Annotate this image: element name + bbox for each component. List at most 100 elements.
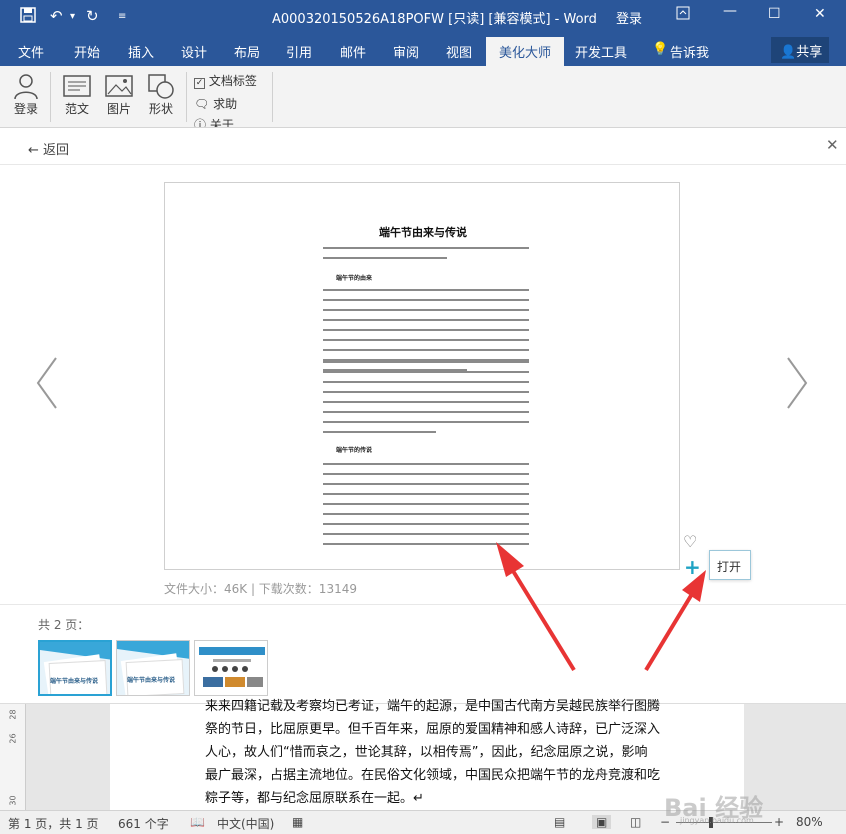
preview-text-block (323, 463, 529, 553)
preview-text-block (323, 247, 529, 267)
title-bar: ↶ ▾ ↻ ≡ A000320150526A18POFW [只读] [兼容模式]… (0, 0, 846, 34)
add-plus-icon[interactable]: + (684, 555, 701, 579)
doc-tag-label: 文档标签 (208, 74, 257, 88)
zoom-level[interactable]: 80% (796, 815, 823, 829)
save-icon[interactable] (20, 7, 36, 27)
ribbon-tabs: 文件 开始 插入 设计 布局 引用 邮件 审阅 视图 美化大师 开发工具 💡 告… (0, 34, 846, 66)
template-icon (63, 75, 91, 97)
ribbon-separator (272, 72, 273, 122)
login-link[interactable]: 登录 (616, 8, 642, 27)
page-indicator[interactable]: 第 1 页，共 1 页 (8, 815, 99, 832)
preview-section-heading: 端午节的由来 (336, 275, 373, 282)
undo-dropdown-icon[interactable]: ▾ (70, 11, 75, 22)
web-layout-icon[interactable]: ◫ (630, 815, 641, 829)
document-paragraph-line: 粽子等，都与纪念屈原联系在一起。↵ (205, 791, 424, 806)
maximize-icon[interactable]: ☐ (768, 6, 781, 22)
tab-home[interactable]: 开始 (74, 42, 100, 61)
ruler-mark: 30 (8, 795, 18, 806)
picture-button[interactable]: 图片 (102, 72, 136, 117)
user-icon (14, 74, 38, 100)
tab-mailings[interactable]: 邮件 (340, 42, 366, 61)
word-count[interactable]: 661 个字 (118, 815, 169, 832)
tab-references[interactable]: 引用 (286, 42, 312, 61)
page-thumbnail[interactable]: 端午节由来与传说 (116, 640, 190, 696)
help-button[interactable]: 🗨 求助 (194, 95, 237, 112)
divider (0, 604, 846, 605)
tab-layout[interactable]: 布局 (234, 42, 260, 61)
customize-quick-access-icon[interactable]: ≡ (118, 11, 126, 22)
login-button[interactable]: 登录 (10, 72, 42, 117)
fanwen-button[interactable]: 范文 (60, 72, 94, 117)
baidu-watermark-url: jingyan.baidu.com (680, 816, 754, 825)
minimize-icon[interactable]: — (723, 3, 737, 19)
back-label: 返回 (43, 143, 70, 158)
shape-icon (148, 74, 174, 99)
pages-count: 共 2 页： (38, 618, 90, 632)
tab-review[interactable]: 审阅 (393, 42, 419, 61)
fanwen-label: 范文 (64, 102, 89, 116)
ribbon-body: 登录 范文 图片 形状 ✓ 文档标签 🗨 求助 ⓘ 关于 (0, 66, 846, 128)
tab-design[interactable]: 设计 (181, 42, 207, 61)
share-label: 共享 (796, 45, 823, 60)
tab-beautify-master[interactable]: 美化大师 (486, 37, 565, 66)
close-window-icon[interactable]: ✕ (814, 6, 826, 22)
proofing-icon[interactable]: 📖 (190, 815, 205, 829)
template-preview-panel: ← 返回 ✕ 端午节由来与传说 端午节的由来 端午节的传说 ♡ + 打开 文件大… (0, 128, 846, 704)
user-icon: 👤 (780, 45, 797, 60)
undo-icon[interactable]: ↶ (50, 7, 63, 25)
tab-view[interactable]: 视图 (446, 42, 472, 61)
file-meta: 文件大小：46K | 下载次数：13149 (164, 582, 357, 596)
tab-developer[interactable]: 开发工具 (575, 42, 627, 61)
doc-tag-checkbox[interactable]: ✓ 文档标签 (194, 72, 257, 89)
thumbnail-caption: 端午节由来与传说 (127, 677, 176, 684)
ribbon-separator (50, 72, 51, 122)
prev-arrow-icon[interactable] (34, 356, 60, 423)
ribbon-display-options-icon[interactable] (676, 6, 690, 24)
document-paragraph-line: 祭的节日，比屈原更早。但千百年来，屈原的爱国精神和感人诗辞，已广泛深入 (205, 722, 661, 737)
shape-label: 形状 (148, 102, 173, 116)
tab-insert[interactable]: 插入 (128, 42, 154, 61)
vertical-ruler: 28 26 30 (0, 704, 26, 810)
about-label: 关于 (209, 118, 234, 128)
tab-file[interactable]: 文件 (18, 42, 44, 61)
page-thumbnail[interactable]: 端午节由来与传说 (38, 640, 112, 696)
window-title: A000320150526A18POFW [只读] [兼容模式] - Word (272, 12, 597, 27)
favorite-heart-icon[interactable]: ♡ (683, 532, 697, 551)
preview-text-block (323, 421, 529, 441)
login-label: 登录 (13, 102, 38, 116)
ribbon-separator (186, 72, 187, 122)
preview-section-heading: 端午节的传说 (336, 447, 373, 454)
back-button[interactable]: ← 返回 (28, 139, 69, 158)
help-label: 求助 (213, 97, 238, 111)
ruler-mark: 28 (8, 709, 18, 720)
thumbnail-caption: 端午节由来与传说 (50, 678, 99, 685)
macro-record-icon[interactable]: ▦ (292, 815, 303, 829)
ruler-mark: 26 (8, 733, 18, 744)
about-button[interactable]: ⓘ 关于 (194, 116, 234, 128)
document-paragraph-line: 人心，故人们“惜而哀之，世论其辞，以相传焉”，因此，纪念屈原之说，影响 (205, 745, 648, 760)
checkbox-checked-icon: ✓ (194, 78, 205, 89)
document-paragraph-line: 来来四籍记载及考察均已考证，端午的起源，是中国古代南方吴越民族举行图腾 (205, 699, 661, 714)
document-preview[interactable]: 端午节由来与传说 端午节的由来 端午节的传说 (164, 182, 680, 570)
zoom-in-icon[interactable]: + (774, 815, 784, 829)
redo-icon[interactable]: ↻ (86, 7, 99, 25)
picture-icon (105, 75, 133, 97)
print-layout-icon[interactable]: ▣ (592, 815, 612, 829)
arrow-left-icon: ← (28, 143, 39, 158)
picture-label: 图片 (106, 102, 131, 116)
divider (0, 164, 846, 165)
shape-button[interactable]: 形状 (144, 72, 178, 117)
open-tooltip: 打开 (709, 550, 751, 580)
tab-tell-me[interactable]: 告诉我 (670, 42, 709, 61)
tell-me-icon[interactable]: 💡 (652, 42, 668, 57)
preview-title: 端午节由来与传说 (379, 226, 467, 239)
share-button[interactable]: 👤共享 (771, 37, 829, 63)
next-arrow-icon[interactable] (784, 356, 810, 423)
language-indicator[interactable]: 中文(中国) (217, 815, 274, 832)
read-mode-icon[interactable]: ▤ (554, 815, 565, 829)
document-paragraph-line: 最广最深，占据主流地位。在民俗文化领域，中国民众把端午节的龙舟竞渡和吃 (205, 768, 661, 783)
info-icon: ⓘ (194, 118, 207, 128)
help-chat-icon: 🗨 (194, 97, 210, 111)
close-panel-icon[interactable]: ✕ (826, 136, 839, 154)
page-thumbnail[interactable] (194, 640, 268, 696)
